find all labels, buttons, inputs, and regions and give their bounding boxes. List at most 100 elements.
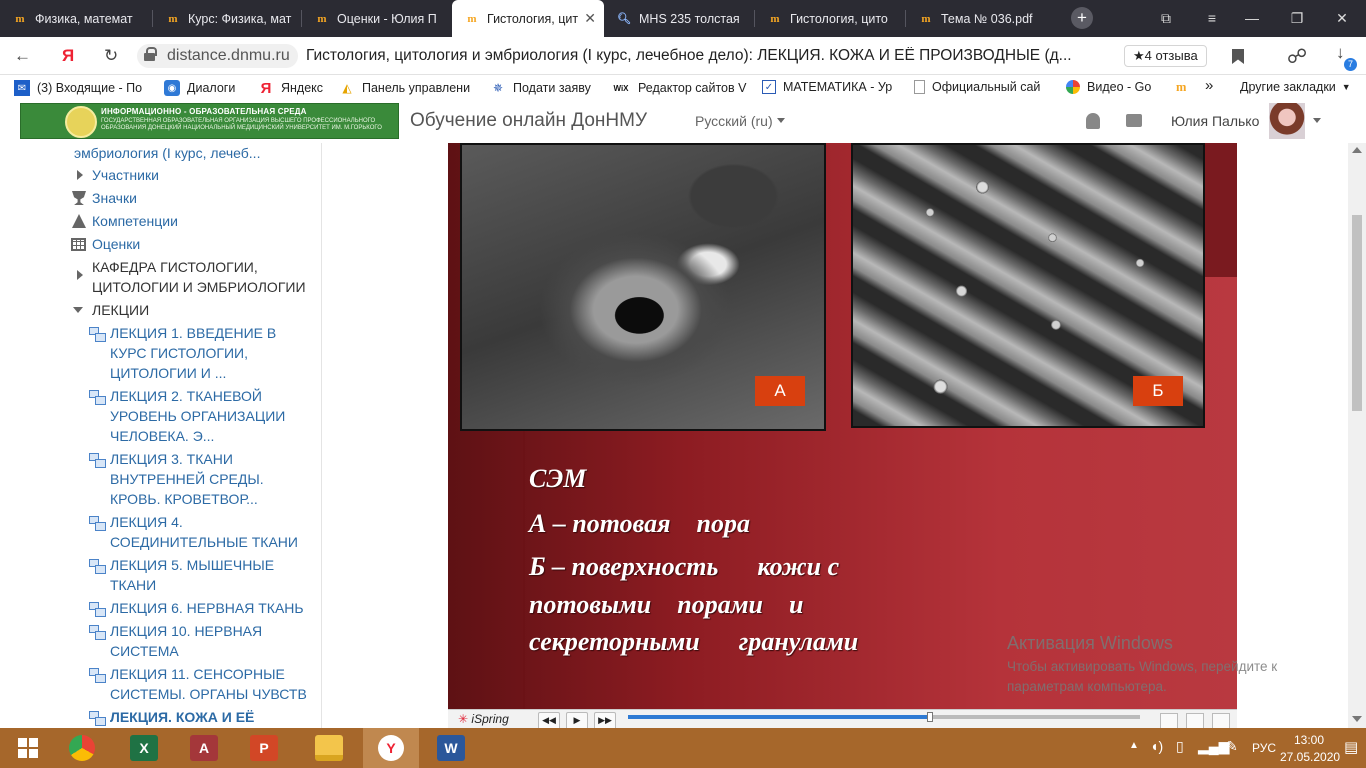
notifications-bell-icon[interactable] xyxy=(1086,113,1100,129)
bookmark-official[interactable]: Официальный сай xyxy=(914,80,1047,94)
site-logo[interactable]: ИНФОРМАЦИОННО - ОБРАЗОВАТЕЛЬНАЯ СРЕДА ГО… xyxy=(20,103,399,139)
taskbar-explorer[interactable] xyxy=(301,728,357,768)
bookmarks-bar: ✉ (3) Входящие - По ◉ Диалоги Я Яндекс ◭… xyxy=(0,75,1366,101)
user-name[interactable]: Юлия Палько xyxy=(1171,113,1259,129)
downloads-icon[interactable]: ↓ xyxy=(1336,43,1345,63)
slide-caption-line: секреторными гранулами xyxy=(529,627,859,656)
explorer-icon xyxy=(315,735,343,761)
expand-arrow-icon[interactable] xyxy=(77,170,83,180)
input-language[interactable]: РУС xyxy=(1252,741,1276,755)
taskbar-yandex-browser[interactable]: Y xyxy=(363,728,419,768)
slide-caption-line: потовыми порами и xyxy=(529,590,804,619)
volume-tray-icon[interactable]: ◖) xyxy=(1150,738,1163,754)
close-window-icon[interactable]: ✕ xyxy=(1320,0,1364,37)
battery-icon[interactable]: ▯ xyxy=(1176,738,1184,755)
moodle-icon[interactable]: m xyxy=(1176,80,1186,95)
sidebar-item-lectures[interactable]: ЛЕКЦИИ xyxy=(92,300,149,320)
chrome-icon xyxy=(69,735,95,761)
lecture-viewer: А Б СЭМ А – потовая пора Б – поверхность… xyxy=(322,143,1348,730)
new-tab-button[interactable]: + xyxy=(1071,7,1093,29)
page-scrollbar[interactable] xyxy=(1348,143,1366,728)
playback-progress-fill xyxy=(628,715,931,719)
expand-arrow-icon[interactable] xyxy=(77,270,83,280)
lecture-10-link[interactable]: ЛЕКЦИЯ 10. НЕРВНАЯ СИСТЕМА xyxy=(110,621,285,661)
start-button[interactable] xyxy=(0,728,56,768)
lecture-2-link[interactable]: ЛЕКЦИЯ 2. ТКАНЕВОЙ УРОВЕНЬ ОРГАНИЗАЦИИ Ч… xyxy=(110,386,300,446)
tab-search[interactable]: 🔍︎ MHS 235 толстая xyxy=(604,0,754,37)
sidebar-item-grades[interactable]: Оценки xyxy=(92,234,140,254)
lecture-4-link[interactable]: ЛЕКЦИЯ 4. СОЕДИНИТЕЛЬНЫЕ ТКАНИ xyxy=(110,512,310,552)
fullscreen-icon[interactable] xyxy=(1212,713,1230,729)
bookmark-apply[interactable]: ✵ Подати заяву xyxy=(490,80,600,96)
scroll-thumb[interactable] xyxy=(1352,215,1362,411)
back-icon[interactable]: ← xyxy=(14,46,31,66)
image-label-a: А xyxy=(755,376,805,406)
lecture-5-link[interactable]: ЛЕКЦИЯ 5. МЫШЕЧНЫЕ ТКАНИ xyxy=(110,555,290,595)
tab-histology-2[interactable]: m Гистология, цито xyxy=(755,0,905,37)
taskbar-word[interactable]: W xyxy=(423,728,479,768)
tab-pdf[interactable]: m Тема № 036.pdf xyxy=(906,0,1058,37)
clock-date[interactable]: 27.05.2020 xyxy=(1280,750,1340,764)
site-name[interactable]: Обучение онлайн ДонНМУ xyxy=(410,110,647,132)
lock-icon[interactable] xyxy=(144,47,157,61)
lecture-skin-link[interactable]: ЛЕКЦИЯ. КОЖА И ЕЁ xyxy=(110,707,310,727)
playback-scrubber[interactable] xyxy=(927,712,934,722)
messages-icon[interactable] xyxy=(1126,114,1142,127)
bookmark-video[interactable]: Видео - Go xyxy=(1066,80,1159,94)
taskbar-chrome[interactable] xyxy=(54,728,110,768)
volume-icon[interactable] xyxy=(1160,713,1178,729)
keyboard-icon[interactable]: ✎ xyxy=(1226,738,1238,755)
bookmark-yandex[interactable]: Я Яндекс xyxy=(258,80,328,96)
tab-physics[interactable]: m Физика, математ xyxy=(0,0,152,37)
reviews-badge[interactable]: ★4 отзыва xyxy=(1124,45,1207,67)
tray-overflow-icon[interactable]: ▲ xyxy=(1129,740,1139,751)
reload-icon[interactable]: ↻ xyxy=(104,46,118,66)
more-bookmarks-icon[interactable]: » xyxy=(1205,77,1213,94)
lecture-1-link[interactable]: ЛЕКЦИЯ 1. ВВЕДЕНИЕ В КУРС ГИСТОЛОГИИ, ЦИ… xyxy=(110,323,290,383)
yandex-icon[interactable]: Я xyxy=(62,46,74,66)
notifications-icon[interactable]: ▤ xyxy=(1344,738,1358,756)
clock-time[interactable]: 13:00 xyxy=(1294,733,1324,747)
address-field[interactable]: distance.dnmu.ru Гистология, цитология и… xyxy=(134,42,1275,70)
scroll-down-icon[interactable] xyxy=(1352,716,1362,722)
sidebar-item-competencies[interactable]: Компетенции xyxy=(92,211,178,231)
bookmark-dialogs[interactable]: ◉ Диалоги xyxy=(164,80,244,96)
tab-histology-active[interactable]: m Гистология, цит ✕ xyxy=(452,0,604,37)
bookmark-inbox[interactable]: ✉ (3) Входящие - По xyxy=(14,80,156,96)
lecture-icon xyxy=(89,559,106,574)
restore-icon[interactable]: ❐ xyxy=(1275,0,1319,37)
minimize-icon[interactable]: — xyxy=(1230,0,1274,37)
lecture-slide[interactable]: А Б СЭМ А – потовая пора Б – поверхность… xyxy=(448,143,1237,709)
chevron-down-icon[interactable] xyxy=(1313,118,1321,123)
sidebar-item-participants[interactable]: Участники xyxy=(92,165,159,185)
sidebar-item-badges[interactable]: Значки xyxy=(92,188,137,208)
checkbox-icon: ✓ xyxy=(762,80,776,94)
taskbar-access[interactable]: A xyxy=(176,728,232,768)
browser-menu-icon[interactable]: ≡ xyxy=(1190,0,1234,37)
avatar[interactable] xyxy=(1269,103,1305,139)
language-selector[interactable]: Русский (ru) xyxy=(695,113,785,129)
page-icon xyxy=(914,80,925,94)
bookmark-panel[interactable]: ◭ Панель управлени xyxy=(339,80,471,96)
lecture-11-link[interactable]: ЛЕКЦИЯ 11. СЕНСОРНЫЕ СИСТЕМЫ. ОРГАНЫ ЧУВ… xyxy=(110,664,320,704)
bookmark-math[interactable]: ✓ МАТЕМАТИКА - Ур xyxy=(762,80,897,94)
taskbar-excel[interactable]: X xyxy=(116,728,172,768)
tabs-menu-icon[interactable]: ⧉ xyxy=(1144,0,1188,37)
lecture-6-link[interactable]: ЛЕКЦИЯ 6. НЕРВНАЯ ТКАНЬ xyxy=(110,598,320,618)
tab-grades[interactable]: m Оценки - Юлия П xyxy=(302,0,452,37)
powerpoint-icon: P xyxy=(250,735,278,761)
collapse-arrow-icon[interactable] xyxy=(73,307,83,313)
lecture-3-link[interactable]: ЛЕКЦИЯ 3. ТКАНИ ВНУТРЕННЕЙ СРЕДЫ. КРОВЬ.… xyxy=(110,449,290,509)
other-bookmarks[interactable]: Другие закладки ▼ xyxy=(1240,80,1351,94)
tab-course-physics[interactable]: m Курс: Физика, мат xyxy=(153,0,301,37)
sidebar-item-department[interactable]: КАФЕДРА ГИСТОЛОГИИ, ЦИТОЛОГИИ И ЭМБРИОЛО… xyxy=(92,257,314,297)
extensions-icon[interactable]: ☍ xyxy=(1287,44,1307,69)
close-tab-icon[interactable]: ✕ xyxy=(584,10,596,27)
course-link[interactable]: эмбриология (I курс, лечеб... xyxy=(74,143,260,163)
bookmark-wix[interactable]: WiX Редактор сайтов V xyxy=(611,80,748,96)
network-icon[interactable]: ▂▄▆ xyxy=(1198,738,1229,755)
scroll-up-icon[interactable] xyxy=(1352,147,1362,153)
outline-icon[interactable] xyxy=(1186,713,1204,729)
taskbar-powerpoint[interactable]: P xyxy=(236,728,292,768)
playback-progress-bar[interactable] xyxy=(628,712,1140,722)
